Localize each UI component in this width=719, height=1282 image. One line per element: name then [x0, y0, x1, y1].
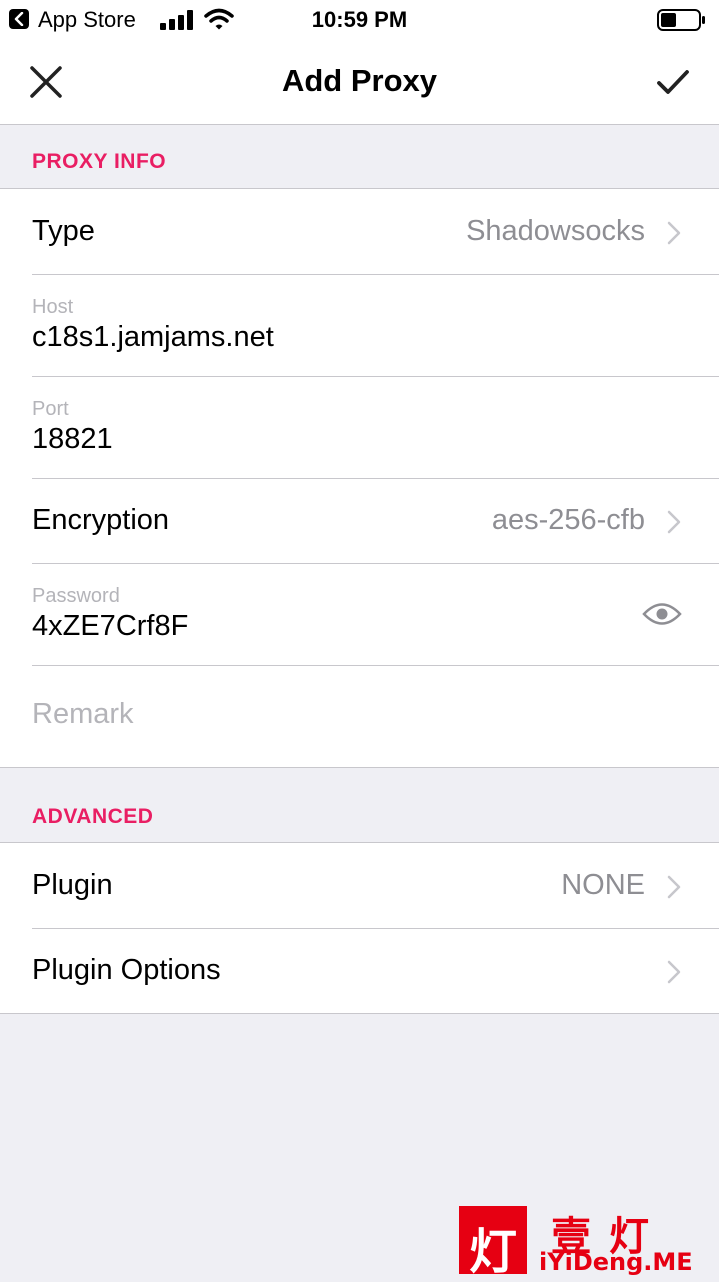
navigation-bar: Add Proxy	[0, 40, 719, 125]
battery-icon	[657, 9, 705, 31]
encryption-row[interactable]: Encryption aes-256-cfb	[0, 478, 719, 563]
chevron-right-icon	[667, 510, 681, 534]
password-input[interactable]: 4xZE7Crf8F	[32, 610, 188, 643]
advanced-group: Plugin NONE Plugin Options	[0, 842, 719, 1014]
page-title: Add Proxy	[281, 63, 438, 98]
plugin-row[interactable]: Plugin NONE	[0, 843, 719, 928]
remark-field[interactable]: Remark	[0, 665, 719, 767]
port-field[interactable]: Port 18821	[0, 376, 719, 478]
section-header-advanced: ADVANCED	[32, 805, 154, 828]
watermark-site: iYiDeng.ME	[539, 1248, 693, 1276]
type-value: Shadowsocks	[466, 215, 645, 247]
type-label: Type	[32, 215, 95, 247]
chevron-right-icon	[667, 960, 681, 984]
section-header-proxy-info: PROXY INFO	[32, 150, 167, 173]
checkmark-icon[interactable]	[654, 64, 692, 100]
password-label: Password	[32, 585, 120, 607]
remark-input[interactable]: Remark	[32, 698, 134, 731]
watermark-logo: 灯 壹灯 iYiDeng.ME	[459, 1206, 711, 1280]
chevron-right-icon	[667, 875, 681, 899]
encryption-value: aes-256-cfb	[491, 504, 645, 536]
encryption-label: Encryption	[32, 504, 170, 536]
plugin-value: NONE	[561, 869, 645, 901]
plugin-label: Plugin	[32, 869, 113, 901]
proxy-info-group: Type Shadowsocks Host c18s1.jamjams.net …	[0, 188, 719, 768]
port-input[interactable]: 18821	[32, 423, 113, 456]
host-field[interactable]: Host c18s1.jamjams.net	[0, 274, 719, 376]
watermark-logo-char: 灯	[468, 1224, 517, 1280]
chevron-right-icon	[667, 221, 681, 245]
host-label: Host	[32, 296, 74, 318]
status-time: 10:59 PM	[311, 7, 408, 32]
status-bar: App Store 10:59 PM	[0, 0, 719, 40]
eye-icon[interactable]	[642, 601, 682, 627]
port-label: Port	[32, 398, 69, 420]
password-field[interactable]: Password 4xZE7Crf8F	[0, 563, 719, 665]
plugin-options-label: Plugin Options	[32, 954, 221, 986]
host-input[interactable]: c18s1.jamjams.net	[32, 321, 274, 354]
plugin-options-row[interactable]: Plugin Options	[0, 928, 719, 1013]
type-row[interactable]: Type Shadowsocks	[0, 189, 719, 274]
watermark-logo-box: 灯	[459, 1206, 527, 1280]
